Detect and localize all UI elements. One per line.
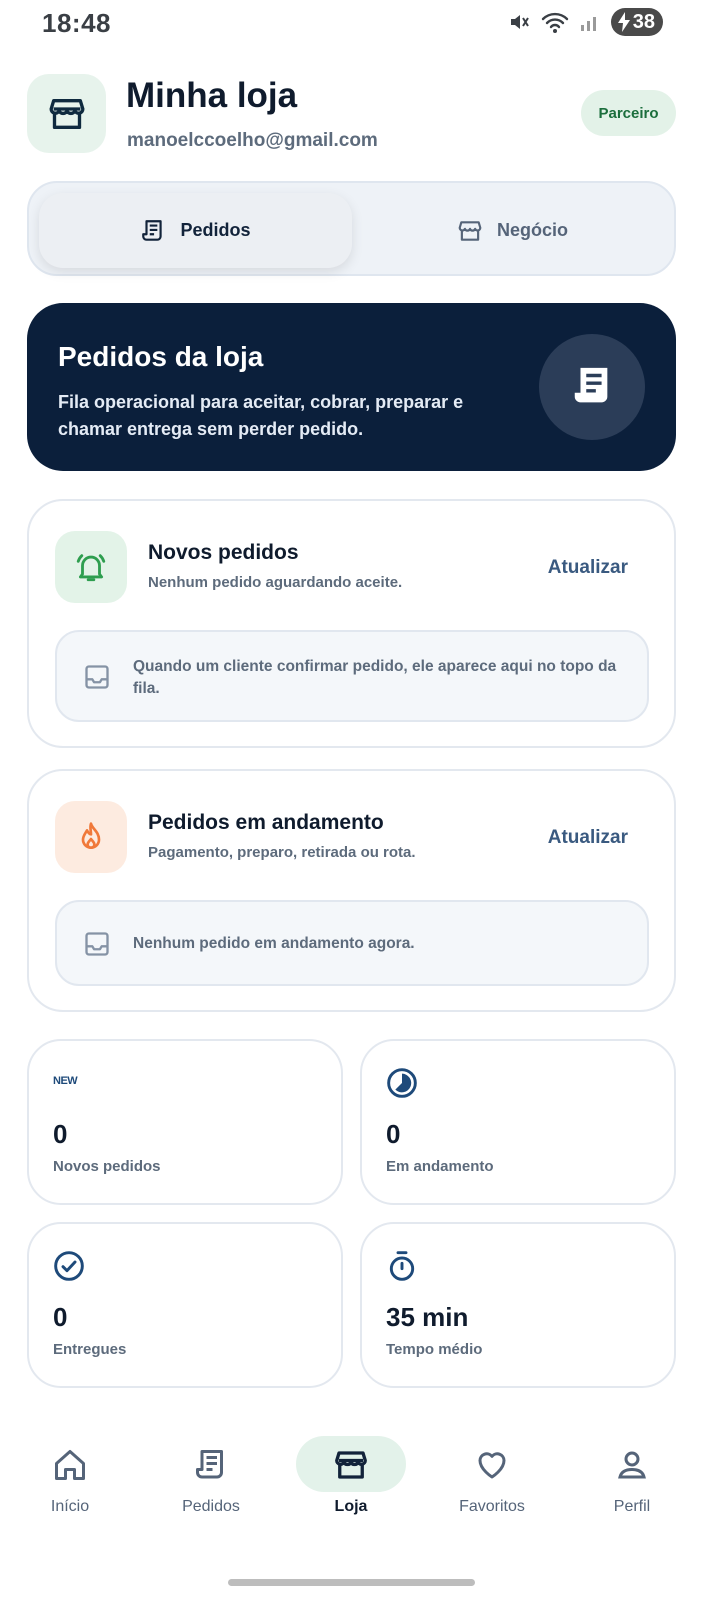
- stat-value: 0: [53, 1302, 68, 1332]
- store-icon: [335, 1451, 367, 1479]
- nav-label: Favoritos: [459, 1498, 525, 1515]
- home-indicator[interactable]: [228, 1579, 475, 1586]
- in-progress-card: Pedidos em andamento Pagamento, preparo,…: [27, 769, 676, 1012]
- nav-label: Loja: [334, 1498, 368, 1515]
- signal-icon: [580, 17, 596, 31]
- hero-icon-circle: [539, 334, 645, 440]
- check-circle-icon: [54, 1251, 84, 1281]
- stat-label: Novos pedidos: [53, 1158, 161, 1175]
- segment-tabs: Pedidos Negócio: [27, 181, 676, 276]
- hero-banner: Pedidos da loja Fila operacional para ac…: [27, 303, 676, 471]
- tab-pedidos[interactable]: Pedidos: [39, 193, 352, 268]
- nav-label: Início: [50, 1498, 90, 1515]
- status-icons: 38: [507, 8, 663, 36]
- nav-label: Perfil: [613, 1498, 651, 1515]
- nav-item-pedidos[interactable]: Pedidos: [151, 1425, 271, 1535]
- refresh-in-progress-button[interactable]: Atualizar: [548, 827, 628, 849]
- heart-icon: [478, 1452, 506, 1479]
- in-progress-icon-tile: [55, 801, 127, 873]
- nav-item-inicio[interactable]: Início: [10, 1425, 130, 1535]
- person-icon: [618, 1451, 646, 1479]
- nav-item-perfil[interactable]: Perfil: [572, 1425, 692, 1535]
- empty-state-text: Quando um cliente confirmar pedido, ele …: [133, 658, 617, 697]
- refresh-new-orders-button[interactable]: Atualizar: [548, 557, 628, 579]
- stat-average-time: 35 min Tempo médio: [360, 1222, 676, 1388]
- wifi-icon: [541, 12, 568, 33]
- nav-item-loja[interactable]: Loja: [291, 1425, 411, 1535]
- nav-label: Pedidos: [182, 1498, 240, 1515]
- hero-title: Pedidos da loja: [58, 341, 264, 372]
- new-orders-card: Novos pedidos Nenhum pedido aguardando a…: [27, 499, 676, 748]
- status-time: 18:48: [42, 8, 111, 38]
- stat-label: Em andamento: [386, 1158, 494, 1175]
- empty-state: Nenhum pedido em andamento agora.: [55, 900, 649, 986]
- empty-state: Quando um cliente confirmar pedido, ele …: [55, 630, 649, 722]
- stat-value: 0: [386, 1119, 401, 1149]
- tab-negocio[interactable]: Negócio: [356, 193, 669, 268]
- charging-icon: [617, 12, 630, 32]
- battery-indicator: 38: [610, 8, 663, 36]
- store-name: Minha loja: [126, 76, 298, 115]
- store-icon: [458, 220, 482, 241]
- stat-label: Entregues: [53, 1341, 127, 1358]
- inbox-icon: [85, 665, 109, 689]
- store-avatar: [27, 74, 106, 153]
- tab-label: Negócio: [496, 220, 568, 240]
- flame-icon: [81, 822, 101, 849]
- home-icon: [55, 1450, 85, 1480]
- stat-label: Tempo médio: [386, 1341, 483, 1358]
- progress-clock-icon: [387, 1068, 417, 1098]
- store-email: manoelccoelho@gmail.com: [127, 130, 378, 151]
- new-icon: NEW: [53, 1075, 78, 1087]
- receipt-icon: [574, 367, 608, 403]
- battery-level: 38: [632, 10, 655, 33]
- stat-new-orders: NEW 0 Novos pedidos: [27, 1039, 343, 1205]
- stat-in-progress: 0 Em andamento: [360, 1039, 676, 1205]
- receipt-icon: [196, 1450, 223, 1479]
- nav-item-favoritos[interactable]: Favoritos: [432, 1425, 552, 1535]
- bottom-navigation: Início Pedidos Loja Favoritos Perfil: [0, 1425, 717, 1535]
- stat-delivered: 0 Entregues: [27, 1222, 343, 1388]
- tab-label: Pedidos: [180, 220, 251, 240]
- bell-ringing-icon: [76, 554, 106, 582]
- timer-icon: [389, 1251, 415, 1281]
- partner-badge: Parceiro: [581, 90, 676, 136]
- card-title: Pedidos em andamento: [148, 811, 384, 834]
- stat-value: 0: [53, 1119, 68, 1149]
- card-subtitle: Nenhum pedido aguardando aceite.: [148, 574, 403, 591]
- empty-state-text: Nenhum pedido em andamento agora.: [133, 935, 415, 952]
- card-subtitle: Pagamento, preparo, retirada ou rota.: [148, 844, 416, 861]
- hero-subtitle: Fila operacional para aceitar, cobrar, p…: [58, 392, 464, 439]
- inbox-icon: [85, 932, 109, 956]
- receipt-icon: [142, 219, 163, 241]
- card-title: Novos pedidos: [148, 541, 299, 564]
- stat-value: 35 min: [386, 1302, 469, 1332]
- new-orders-icon-tile: [55, 531, 127, 603]
- mute-icon: [510, 15, 529, 29]
- store-icon: [48, 98, 85, 129]
